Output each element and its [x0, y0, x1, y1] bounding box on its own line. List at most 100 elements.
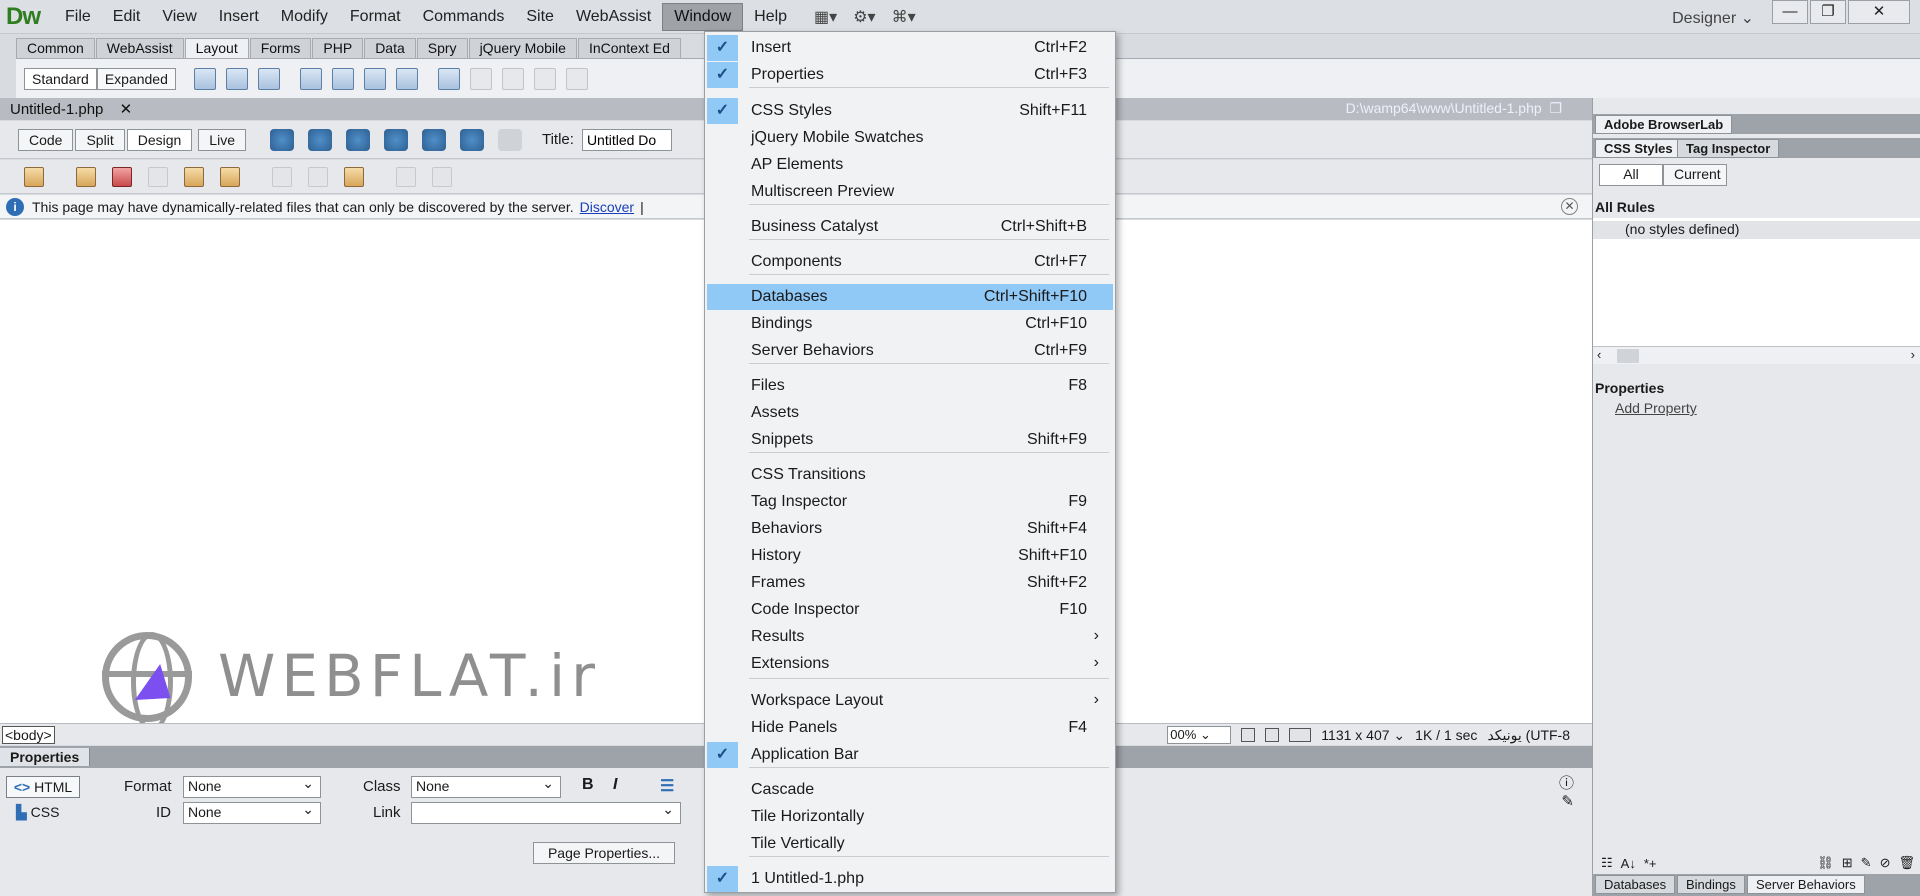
- menu-item-server-behaviors[interactable]: Server Behaviors Ctrl+F9: [707, 338, 1113, 364]
- link-input[interactable]: [411, 801, 681, 824]
- menu-item-multiscreen-preview[interactable]: Multiscreen Preview: [707, 179, 1113, 205]
- design-view-button[interactable]: Design: [126, 128, 193, 151]
- attach-stylesheet-icon[interactable]: ⛓: [1817, 855, 1834, 871]
- menu-item-tile-horizontally[interactable]: Tile Horizontally: [707, 804, 1113, 830]
- menu-item-1-untitled-1-php[interactable]: ✓ 1 Untitled-1.php: [707, 866, 1113, 892]
- menu-item-insert[interactable]: ✓ Insert Ctrl+F2: [707, 35, 1113, 61]
- italic-button[interactable]: I: [613, 776, 617, 794]
- scroll-thumb[interactable]: [1617, 349, 1639, 363]
- tab-server-behaviors[interactable]: Server Behaviors: [1747, 875, 1865, 894]
- menu-item-application-bar[interactable]: ✓ Application Bar: [707, 742, 1113, 768]
- css-mode-button[interactable]: ▙ CSS: [16, 804, 59, 821]
- browser-compat-icon[interactable]: [421, 128, 446, 151]
- tab-bindings[interactable]: Bindings: [1677, 875, 1745, 894]
- minimize-button[interactable]: —: [1772, 0, 1808, 24]
- set-properties-icon[interactable]: *+: [1644, 856, 1657, 871]
- class-select[interactable]: None: [411, 775, 561, 798]
- page-properties-button[interactable]: Page Properties...: [533, 842, 675, 864]
- tab-webassist[interactable]: WebAssist: [95, 38, 184, 58]
- menu-item-assets[interactable]: Assets: [707, 400, 1113, 426]
- title-input[interactable]: [581, 128, 672, 151]
- iframe-icon[interactable]: [437, 67, 460, 90]
- new-css-rule-icon[interactable]: ⊞: [1842, 855, 1853, 871]
- tab-tag-inspector[interactable]: Tag Inspector: [1677, 139, 1780, 158]
- scroll-left-icon[interactable]: ‹: [1597, 347, 1601, 362]
- menu-item-behaviors[interactable]: Behaviors Shift+F4: [707, 516, 1113, 542]
- menu-item-databases[interactable]: Databases Ctrl+Shift+F10: [707, 284, 1113, 310]
- live-view-button[interactable]: Live: [198, 128, 246, 151]
- menu-format[interactable]: Format: [339, 4, 412, 30]
- alpha-view-icon[interactable]: A↓: [1621, 856, 1636, 871]
- document-tab[interactable]: Untitled-1.php ✕: [0, 100, 142, 118]
- menu-item-tag-inspector[interactable]: Tag Inspector F9: [707, 489, 1113, 515]
- tab-css-styles[interactable]: CSS Styles: [1595, 139, 1682, 158]
- gear-icon[interactable]: ⚙▾: [853, 7, 875, 27]
- menu-item-css-styles[interactable]: ✓ CSS Styles Shift+F11: [707, 98, 1113, 124]
- standard-button[interactable]: Standard: [24, 67, 97, 90]
- menu-item-components[interactable]: Components Ctrl+F7: [707, 249, 1113, 275]
- html-mode-button[interactable]: <> HTML: [6, 776, 80, 798]
- split-view-button[interactable]: Split: [75, 128, 125, 151]
- table-icon[interactable]: [193, 67, 216, 90]
- expanded-button[interactable]: Expanded: [96, 67, 176, 90]
- menu-item-frames[interactable]: Frames Shift+F2: [707, 570, 1113, 596]
- menu-item-files[interactable]: Files F8: [707, 373, 1113, 399]
- new-file-icon[interactable]: [24, 166, 44, 187]
- edit-rule-icon[interactable]: ✎: [1861, 855, 1872, 871]
- category-view-icon[interactable]: ☷: [1601, 855, 1613, 871]
- tab-databases[interactable]: Databases: [1595, 875, 1676, 894]
- current-button[interactable]: Current: [1663, 164, 1727, 186]
- paste-icon[interactable]: [344, 166, 364, 187]
- layout-icon[interactable]: ▦▾: [814, 7, 837, 27]
- menu-item-tile-vertically[interactable]: Tile Vertically: [707, 831, 1113, 857]
- format-select[interactable]: None: [183, 775, 321, 798]
- ap-div-icon[interactable]: [257, 67, 280, 90]
- menu-item-bindings[interactable]: Bindings Ctrl+F10: [707, 311, 1113, 337]
- menu-modify[interactable]: Modify: [270, 4, 339, 30]
- tab-incontext[interactable]: InContext Ed: [577, 38, 681, 58]
- all-button[interactable]: All: [1599, 164, 1663, 186]
- close-icon[interactable]: ✕: [120, 101, 133, 118]
- scroll-right-icon[interactable]: ›: [1911, 347, 1915, 362]
- bold-button[interactable]: B: [582, 776, 594, 794]
- menu-item-extensions[interactable]: Extensions ›: [707, 651, 1113, 677]
- tab-common[interactable]: Common: [16, 38, 95, 58]
- menu-item-css-transitions[interactable]: CSS Transitions: [707, 462, 1113, 488]
- menu-item-cascade[interactable]: Cascade: [707, 777, 1113, 803]
- menu-item-jquery-mobile-swatches[interactable]: jQuery Mobile Swatches: [707, 125, 1113, 151]
- rules-list[interactable]: (no styles defined): [1593, 218, 1920, 348]
- multiscreen-icon[interactable]: [269, 128, 294, 151]
- div-icon[interactable]: [225, 67, 248, 90]
- code-view-button[interactable]: Code: [18, 128, 74, 151]
- validate-icon[interactable]: [383, 128, 408, 151]
- save-all-icon[interactable]: [184, 166, 204, 187]
- add-property-link[interactable]: Add Property: [1615, 400, 1697, 416]
- menu-webassist[interactable]: WebAssist: [565, 4, 662, 30]
- tab-layout[interactable]: Layout: [184, 38, 249, 58]
- menu-item-business-catalyst[interactable]: Business Catalyst Ctrl+Shift+B: [707, 214, 1113, 240]
- restore-doc-icon[interactable]: ❐: [1549, 100, 1562, 116]
- site-map-icon[interactable]: ⌘▾: [892, 7, 916, 27]
- menu-insert[interactable]: Insert: [208, 4, 270, 30]
- tablet-size-icon[interactable]: [1265, 728, 1280, 742]
- rules-scrollbar[interactable]: ‹ ›: [1593, 346, 1920, 364]
- menu-view[interactable]: View: [151, 4, 207, 30]
- zoom-select[interactable]: 00% ⌄: [1167, 726, 1232, 744]
- visual-aids-icon[interactable]: [459, 128, 484, 151]
- tab-browserlab[interactable]: Adobe BrowserLab: [1595, 115, 1733, 134]
- window-size[interactable]: 1131 x 407 ⌄: [1321, 727, 1405, 744]
- properties-title[interactable]: Properties: [0, 748, 91, 766]
- browse-bridge-icon[interactable]: [112, 166, 132, 187]
- menu-item-workspace-layout[interactable]: Workspace Layout ›: [707, 688, 1113, 714]
- menu-item-snippets[interactable]: Snippets Shift+F9: [707, 427, 1113, 453]
- spry-menu-icon[interactable]: [299, 67, 322, 90]
- close-button[interactable]: ✕: [1848, 0, 1910, 24]
- close-info-icon[interactable]: ✕: [1561, 198, 1578, 215]
- id-select[interactable]: None: [183, 801, 321, 824]
- help-icon[interactable]: ⓘ: [1559, 772, 1574, 793]
- print-icon[interactable]: [220, 166, 240, 187]
- desktop-size-icon[interactable]: [1289, 728, 1312, 742]
- discover-link[interactable]: Discover: [580, 199, 634, 215]
- restore-button[interactable]: ❐: [1810, 0, 1846, 24]
- tab-spry[interactable]: Spry: [416, 38, 468, 58]
